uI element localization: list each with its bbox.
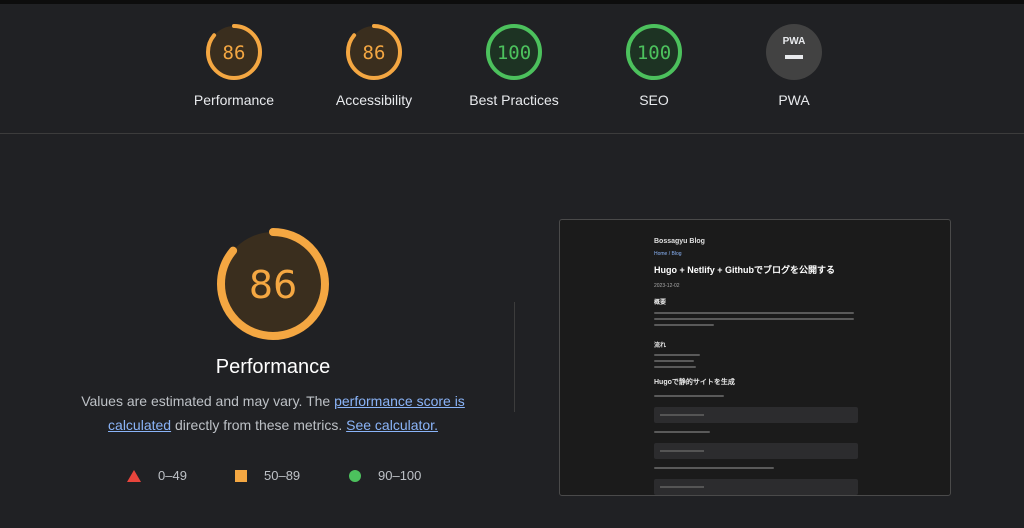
screenshot-content: Bossagyu Blog Home / Blog Hugo + Netlify… — [654, 238, 858, 495]
seo-score: 100 — [637, 42, 671, 64]
score-legend: 0–49 50–89 90–100 — [126, 468, 446, 488]
performance-gauge-ring: 86 — [206, 24, 262, 80]
desc-prefix: Values are estimated and may vary. The — [81, 393, 335, 409]
thumb-section-hugo: Hugoで静的サイトを生成 — [654, 379, 735, 386]
gauge-label-best-practices: Best Practices — [469, 92, 559, 108]
best-practices-gauge-ring: 100 — [486, 24, 542, 80]
big-performance-gauge: 86 — [217, 228, 329, 340]
see-calculator-link[interactable]: See calculator. — [346, 417, 438, 433]
panel-divider — [514, 302, 515, 412]
accessibility-score: 86 — [363, 42, 386, 64]
gauge-seo[interactable]: 100 SEO — [584, 22, 724, 108]
big-performance-score: 86 — [249, 263, 297, 307]
thumb-heading: Hugo + Netlify + Githubでブログを公開する — [654, 265, 836, 275]
gauge-label-seo: SEO — [639, 92, 669, 108]
triangle-icon — [127, 469, 141, 482]
gauge-label-accessibility: Accessibility — [335, 92, 413, 108]
legend-fail: 0–49 — [126, 468, 187, 483]
thumb-breadcrumb: Home / Blog — [654, 251, 682, 257]
performance-description: Values are estimated and may vary. The p… — [60, 389, 486, 437]
gauge-performance[interactable]: 86 Performance — [164, 22, 304, 108]
thumb-code-block-2 — [654, 443, 858, 459]
thumb-section-overview: 概要 — [654, 300, 667, 306]
gauge-label-performance: Performance — [193, 92, 275, 108]
thumb-text-1 — [654, 395, 858, 401]
seo-gauge-ring: 100 — [626, 24, 682, 80]
thumb-paragraph — [654, 312, 858, 332]
accessibility-gauge-ring: 86 — [346, 24, 402, 80]
gauge-best-practices[interactable]: 100 Best Practices — [444, 22, 584, 108]
thumb-list — [654, 354, 858, 368]
legend-fail-range: 0–49 — [158, 468, 187, 483]
legend-average-range: 50–89 — [264, 468, 301, 483]
category-gauges: 86 Performance 86 Accessibility 100 Best… — [0, 4, 1024, 134]
legend-pass-range: 90–100 — [378, 468, 422, 483]
thumb-section-flow: 流れ — [654, 343, 667, 349]
pwa-badge-text: PWA — [783, 36, 806, 47]
thumb-text-3 — [654, 467, 858, 473]
thumb-date: 2023-12-02 — [654, 283, 680, 289]
final-screenshot[interactable]: Bossagyu Blog Home / Blog Hugo + Netlify… — [559, 219, 951, 496]
thumb-text-2 — [654, 431, 858, 437]
pwa-badge-icon: PWA — [766, 24, 822, 80]
performance-score: 86 — [223, 42, 246, 64]
thumb-code-block-3 — [654, 479, 858, 495]
legend-average: 50–89 — [234, 468, 300, 483]
thumb-site-title: Bossagyu Blog — [654, 238, 705, 245]
square-icon — [235, 469, 247, 482]
performance-title: Performance — [215, 356, 331, 378]
gauge-accessibility[interactable]: 86 Accessibility — [304, 22, 444, 108]
desc-middle: directly from these metrics. — [171, 417, 347, 433]
gauge-pwa[interactable]: PWA PWA — [724, 22, 864, 108]
circle-icon — [349, 469, 361, 482]
thumb-code-block-1 — [654, 407, 858, 423]
legend-pass: 90–100 — [348, 468, 421, 483]
performance-summary: 86 Performance Values are estimated and … — [60, 226, 486, 437]
gauge-label-pwa: PWA — [778, 92, 810, 108]
best-practices-score: 100 — [497, 42, 531, 64]
